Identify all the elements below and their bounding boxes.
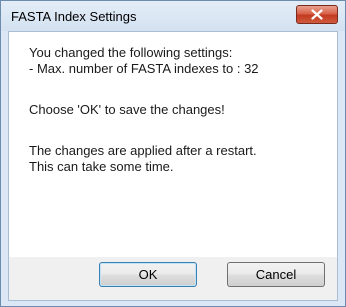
message-line-setting-detail: - Max. number of FASTA indexes to : 32 [29, 61, 259, 76]
message-line-take-time: This can take some time. [29, 159, 174, 174]
ok-button[interactable]: OK [99, 262, 197, 287]
close-button[interactable] [296, 5, 338, 24]
message-line-changed-settings: You changed the following settings: [29, 45, 233, 60]
dialog-window: FASTA Index Settings You changed the fol… [0, 0, 346, 307]
message-line-applied-after-restart: The changes are applied after a restart. [29, 143, 257, 158]
button-bar: OK Cancel [8, 257, 338, 301]
close-icon [311, 9, 323, 20]
message-area: You changed the following settings: - Ma… [8, 31, 338, 258]
window-title: FASTA Index Settings [11, 9, 137, 24]
message-line-choose-ok: Choose 'OK' to save the changes! [29, 102, 225, 117]
title-bar[interactable]: FASTA Index Settings [1, 1, 345, 31]
cancel-button[interactable]: Cancel [227, 262, 325, 287]
